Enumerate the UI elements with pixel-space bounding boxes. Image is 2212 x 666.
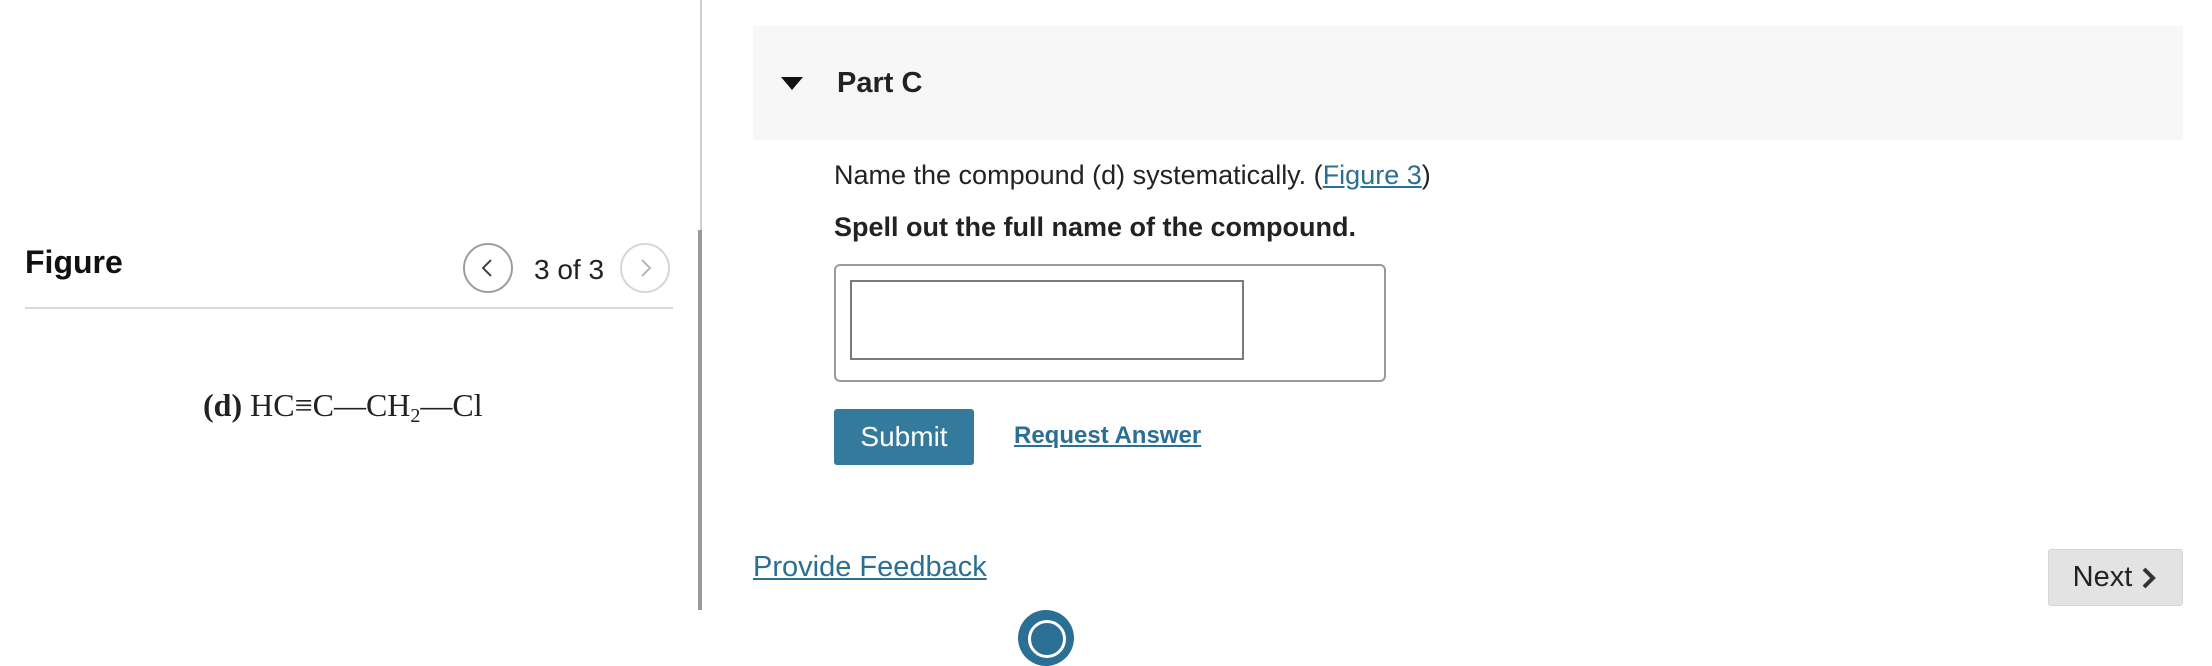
instruction-text: Spell out the full name of the compound.: [834, 212, 1356, 242]
part-title: Part C: [837, 66, 923, 99]
compound-formula: (d) HC≡C—CH2—Cl: [203, 387, 483, 428]
figure-title: Figure: [25, 244, 123, 280]
formula-part2: —Cl: [420, 387, 483, 423]
answer-input[interactable]: [850, 280, 1244, 360]
figure-3-link[interactable]: Figure 3: [1323, 160, 1422, 190]
next-figure-button[interactable]: [620, 243, 670, 293]
figure-panel: Figure 3 of 3 (d) HC≡C—CH2—Cl: [0, 0, 700, 626]
submit-button[interactable]: Submit: [834, 409, 974, 465]
formula-part1: HC≡C—CH: [250, 387, 411, 423]
previous-figure-button[interactable]: [463, 243, 513, 293]
help-icon[interactable]: [1018, 610, 1074, 666]
next-button-label: Next: [2072, 561, 2133, 593]
chevron-left-icon: [481, 259, 492, 277]
chevron-right-icon: [2142, 567, 2157, 588]
provide-feedback-link[interactable]: Provide Feedback: [753, 551, 987, 584]
question-suffix: ): [1421, 160, 1431, 190]
question-text: Name the compound (d) systematically. (F…: [834, 160, 1431, 191]
part-header[interactable]: Part C: [753, 26, 2183, 140]
formula-subscript: 2: [410, 405, 421, 427]
chevron-right-icon: [641, 259, 652, 277]
request-answer-link[interactable]: Request Answer: [1014, 422, 1201, 450]
collapse-caret-icon: [781, 76, 803, 90]
question-prefix: Name the compound (d) systematically. (: [834, 160, 1323, 190]
figure-divider: [25, 307, 673, 309]
figure-counter: 3 of 3: [534, 254, 605, 285]
answer-container: [834, 264, 1386, 382]
panel-divider-top: [700, 0, 702, 230]
next-button[interactable]: Next: [2048, 549, 2183, 606]
formula-label: (d): [203, 387, 243, 423]
panel-divider[interactable]: [698, 230, 702, 610]
